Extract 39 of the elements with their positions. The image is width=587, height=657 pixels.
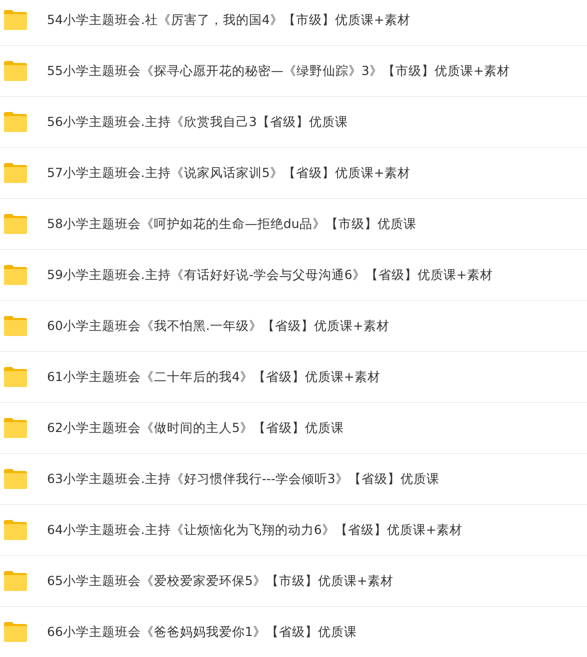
folder-row[interactable]: 55小学主题班会《探寻心愿开花的秘密—《绿野仙踪》3》【市级】优质课+素材 xyxy=(0,46,587,97)
folder-icon xyxy=(3,570,28,592)
folder-icon xyxy=(3,264,28,286)
folder-name: 62小学主题班会《做时间的主人5》【省级】优质课 xyxy=(47,420,344,436)
folder-name: 56小学主题班会.主持《欣赏我自己3【省级】优质课 xyxy=(47,114,348,130)
folder-name: 64小学主题班会.主持《让烦恼化为飞翔的动力6》【省级】优质课+素材 xyxy=(47,522,462,538)
folder-name: 60小学主题班会《我不怕黑.一年级》【省级】优质课+素材 xyxy=(47,318,390,334)
folder-name: 63小学主题班会.主持《好习惯伴我行---学会倾听3》【省级】优质课 xyxy=(47,470,440,488)
folder-icon xyxy=(3,519,28,541)
folder-icon xyxy=(3,111,28,133)
folder-name: 58小学主题班会《呵护如花的生命—拒绝du品》【市级】优质课 xyxy=(47,216,416,232)
folder-row[interactable]: 66小学主题班会《爸爸妈妈我爱你1》【省级】优质课 xyxy=(0,607,587,657)
folder-row[interactable]: 65小学主题班会《爱校爱家爱环保5》【市级】优质课+素材 xyxy=(0,556,587,607)
folder-row[interactable]: 61小学主题班会《二十年后的我4》【省级】优质课+素材 xyxy=(0,352,587,403)
folder-name: 59小学主题班会.主持《有话好好说-学会与父母沟通6》【省级】优质课+素材 xyxy=(47,266,493,284)
folder-name: 55小学主题班会《探寻心愿开花的秘密—《绿野仙踪》3》【市级】优质课+素材 xyxy=(47,62,510,80)
folder-row[interactable]: 57小学主题班会.主持《说家风话家训5》【省级】优质课+素材 xyxy=(0,148,587,199)
folder-row[interactable]: 60小学主题班会《我不怕黑.一年级》【省级】优质课+素材 xyxy=(0,301,587,352)
folder-row[interactable]: 63小学主题班会.主持《好习惯伴我行---学会倾听3》【省级】优质课 xyxy=(0,454,587,505)
folder-icon xyxy=(3,162,28,184)
folder-icon xyxy=(3,366,28,388)
folder-icon xyxy=(3,621,28,643)
folder-name: 54小学主题班会.社《厉害了，我的国4》【市级】优质课+素材 xyxy=(47,12,410,28)
folder-name: 65小学主题班会《爱校爱家爱环保5》【市级】优质课+素材 xyxy=(47,572,394,590)
folder-name: 57小学主题班会.主持《说家风话家训5》【省级】优质课+素材 xyxy=(47,164,410,182)
folder-icon xyxy=(3,213,28,235)
folder-icon xyxy=(3,417,28,439)
folder-row[interactable]: 59小学主题班会.主持《有话好好说-学会与父母沟通6》【省级】优质课+素材 xyxy=(0,250,587,301)
folder-icon xyxy=(3,315,28,337)
folder-icon xyxy=(3,468,28,490)
folder-row[interactable]: 58小学主题班会《呵护如花的生命—拒绝du品》【市级】优质课 xyxy=(0,199,587,250)
folder-icon xyxy=(3,9,28,31)
folder-row[interactable]: 54小学主题班会.社《厉害了，我的国4》【市级】优质课+素材 xyxy=(0,0,587,46)
folder-name: 66小学主题班会《爸爸妈妈我爱你1》【省级】优质课 xyxy=(47,624,357,640)
folder-row[interactable]: 64小学主题班会.主持《让烦恼化为飞翔的动力6》【省级】优质课+素材 xyxy=(0,505,587,556)
folder-row[interactable]: 56小学主题班会.主持《欣赏我自己3【省级】优质课 xyxy=(0,97,587,148)
folder-row[interactable]: 62小学主题班会《做时间的主人5》【省级】优质课 xyxy=(0,403,587,454)
folder-icon xyxy=(3,60,28,82)
folder-name: 61小学主题班会《二十年后的我4》【省级】优质课+素材 xyxy=(47,368,380,386)
